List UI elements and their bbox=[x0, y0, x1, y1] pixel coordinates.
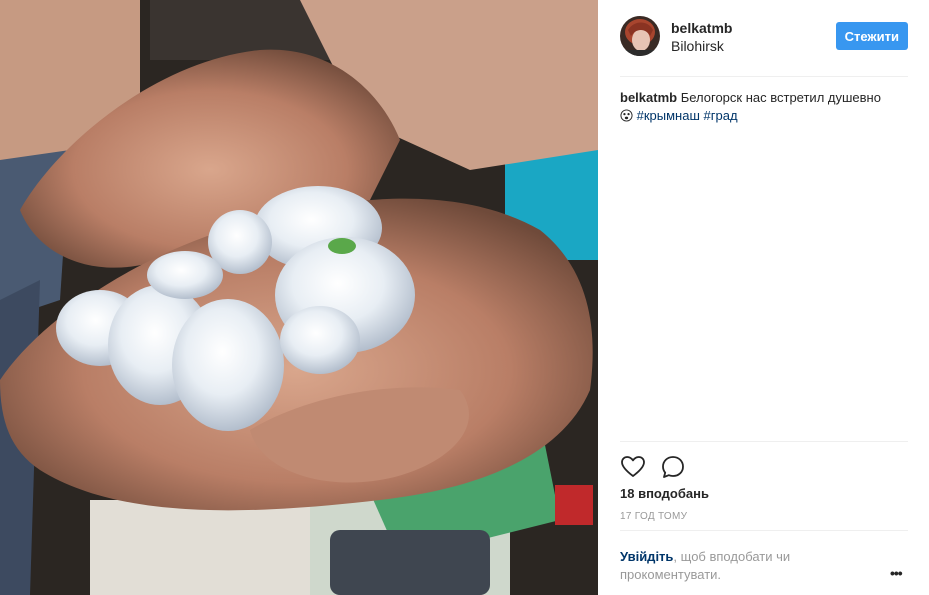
post-side-panel: belkatmb Bilohirsk Стежити belkatmb Бело… bbox=[598, 0, 929, 595]
hashtag-link[interactable]: #град bbox=[704, 108, 738, 123]
location[interactable]: Bilohirsk bbox=[671, 38, 724, 54]
comment-icon[interactable] bbox=[660, 454, 686, 480]
likes-count[interactable]: 18 вподобань bbox=[620, 486, 709, 501]
avatar[interactable] bbox=[620, 16, 660, 56]
avatar-photo bbox=[620, 16, 660, 56]
login-link[interactable]: Увійдіть bbox=[620, 549, 673, 564]
login-prompt: Увійдіть, щоб вподобати чи прокоментуват… bbox=[620, 548, 850, 584]
login-prompt-section: Увійдіть, щоб вподобати чи прокоментуват… bbox=[620, 530, 908, 582]
post-photo[interactable] bbox=[0, 0, 598, 595]
follow-button[interactable]: Стежити bbox=[835, 22, 908, 50]
more-options-button[interactable]: ••• bbox=[890, 565, 903, 581]
heart-icon[interactable] bbox=[620, 454, 646, 480]
post-timestamp[interactable]: 17 ГОД ТОМУ bbox=[620, 511, 687, 522]
hailstones-in-hands-image bbox=[0, 0, 598, 595]
post-caption: belkatmb Белогорск нас встретил душевно … bbox=[620, 89, 908, 125]
instagram-post: belkatmb Bilohirsk Стежити belkatmb Бело… bbox=[0, 0, 929, 595]
username[interactable]: belkatmb bbox=[671, 20, 732, 36]
post-header: belkatmb Bilohirsk Стежити bbox=[620, 14, 908, 77]
shocked-face-icon bbox=[620, 109, 633, 122]
caption-text: Белогорск нас встретил душевно bbox=[680, 90, 881, 105]
post-actions bbox=[620, 441, 908, 478]
caption-username[interactable]: belkatmb bbox=[620, 90, 677, 105]
hashtag-link[interactable]: #крымнаш bbox=[637, 108, 700, 123]
